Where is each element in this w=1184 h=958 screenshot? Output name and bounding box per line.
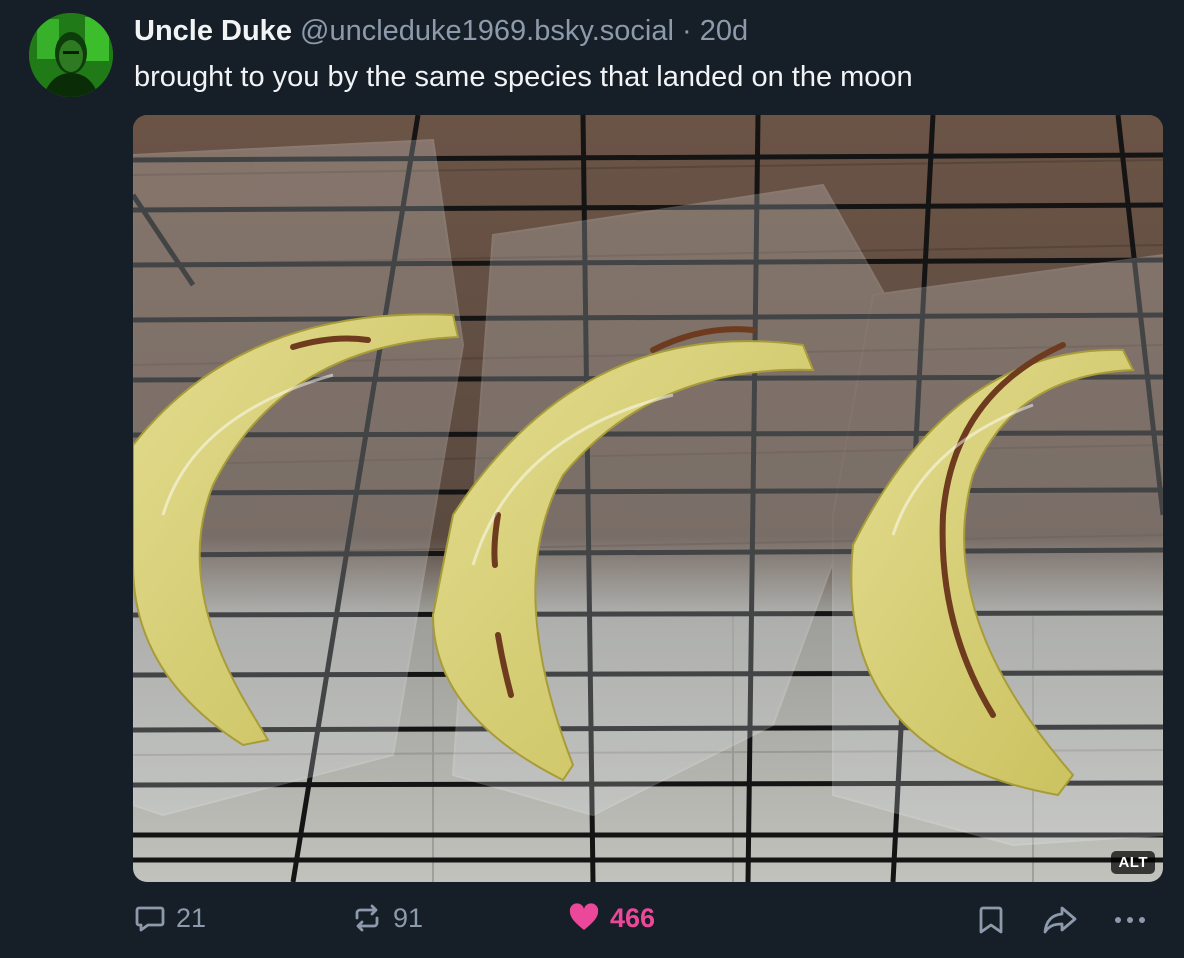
more-icon — [1115, 917, 1145, 923]
repost-button[interactable]: 91 — [351, 902, 423, 934]
post-avatar[interactable] — [29, 13, 113, 97]
post-header: Uncle Duke @uncleduke1969.bsky.social · … — [134, 12, 748, 50]
post-text: brought to you by the same species that … — [134, 61, 913, 93]
like-count: 466 — [610, 902, 656, 933]
reply-count: 21 — [176, 902, 207, 933]
bookmark-icon — [979, 906, 1003, 934]
post-image[interactable]: ALT — [133, 115, 1163, 882]
banana-photo — [133, 115, 1163, 882]
reply-icon — [135, 906, 165, 932]
avatar-image — [29, 13, 113, 97]
share-button[interactable] — [1042, 904, 1078, 941]
author-name[interactable]: Uncle Duke — [134, 15, 292, 47]
repost-icon — [355, 904, 379, 932]
share-icon — [1043, 906, 1077, 934]
post-timestamp[interactable]: 20d — [700, 15, 748, 47]
alt-text-button[interactable]: ALT — [1111, 851, 1155, 874]
separator-dot: · — [681, 15, 692, 47]
bookmark-button[interactable] — [976, 904, 1006, 941]
repost-count: 91 — [393, 902, 424, 933]
reply-button[interactable]: 21 — [134, 902, 206, 934]
heart-icon — [569, 903, 599, 930]
like-button[interactable]: 466 — [568, 902, 655, 934]
more-options-button[interactable] — [1112, 904, 1148, 941]
post-actions: 21 91 466 — [0, 896, 1184, 950]
author-handle[interactable]: @uncleduke1969.bsky.social — [300, 15, 674, 47]
